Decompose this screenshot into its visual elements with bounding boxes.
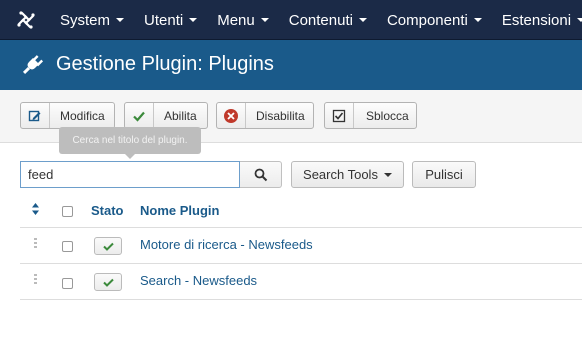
menu-componenti[interactable]: Componenti <box>387 12 482 29</box>
drag-handle-icon[interactable] <box>34 274 37 286</box>
search-tooltip: Cerca nel titolo del plugin. <box>59 127 201 154</box>
chevron-down-icon <box>473 18 482 22</box>
enable-button[interactable]: Abilita <box>124 102 208 129</box>
check-icon <box>125 103 154 128</box>
menu-utenti-label: Utenti <box>144 11 184 29</box>
plugin-name-link[interactable]: Search - Newsfeeds <box>140 273 257 288</box>
menu-utenti[interactable]: Utenti <box>144 11 198 29</box>
disable-button[interactable]: Disabilita <box>216 102 314 129</box>
row-divider <box>20 227 582 228</box>
enabled-status-button[interactable] <box>94 237 122 255</box>
search-tools-button[interactable]: Search Tools <box>291 161 404 188</box>
row-divider <box>20 299 582 300</box>
name-column-header[interactable]: Nome Plugin <box>140 203 219 218</box>
page-title: Gestione Plugin: Plugins <box>56 53 274 75</box>
check-icon <box>102 242 114 251</box>
chevron-down-icon <box>383 172 392 177</box>
menu-menu[interactable]: Menu <box>217 12 269 29</box>
chevron-down-icon <box>358 18 367 22</box>
chevron-down-icon <box>189 18 198 22</box>
sort-ordering-icon[interactable] <box>31 203 40 215</box>
edit-button-label: Modifica <box>60 108 105 123</box>
search-icon <box>254 168 267 181</box>
edit-icon <box>21 103 50 128</box>
edit-button[interactable]: Modifica <box>20 102 115 129</box>
menu-estensioni[interactable]: Estensioni <box>502 12 582 29</box>
row-checkbox[interactable] <box>62 278 73 289</box>
search-tools-label: Search Tools <box>303 167 378 182</box>
plugin-name-link[interactable]: Motore di ricerca - Newsfeeds <box>140 237 313 252</box>
checkbox-icon <box>325 103 354 128</box>
menu-componenti-label: Componenti <box>386 11 468 29</box>
enable-button-label: Abilita <box>164 108 197 123</box>
drag-handle-icon[interactable] <box>34 238 37 250</box>
enabled-status-button[interactable] <box>94 273 122 291</box>
menu-system-label: System <box>60 11 111 29</box>
menu-menu-label: Menu <box>217 11 255 29</box>
main-menu: System Utenti Menu Contenuti Componenti … <box>60 0 582 40</box>
search-button[interactable] <box>240 161 282 188</box>
select-all-checkbox[interactable] <box>62 206 73 217</box>
unlock-button-label: Sblocca <box>366 108 409 123</box>
chevron-down-icon <box>577 18 582 22</box>
search-input[interactable]: feed <box>20 161 240 188</box>
plug-icon <box>22 55 44 75</box>
top-navbar: System Utenti Menu Contenuti Componenti … <box>0 0 582 40</box>
row-checkbox[interactable] <box>62 241 73 252</box>
menu-contenuti-label: Contenuti <box>288 11 353 29</box>
menu-estensioni-label: Estensioni <box>501 11 572 29</box>
menu-contenuti[interactable]: Contenuti <box>289 12 367 29</box>
row-divider <box>20 263 582 264</box>
chevron-down-icon <box>260 18 269 22</box>
unlock-button[interactable]: Sblocca <box>324 102 417 129</box>
clear-button[interactable]: Pulisci <box>412 161 476 188</box>
joomla-logo-icon[interactable] <box>16 10 36 30</box>
tooltip-arrow <box>124 153 136 159</box>
check-icon <box>102 278 114 287</box>
menu-system[interactable]: System <box>60 11 125 29</box>
disable-icon <box>217 103 246 128</box>
status-column-header[interactable]: Stato <box>91 203 124 218</box>
chevron-down-icon <box>116 18 125 22</box>
page-header: Gestione Plugin: Plugins <box>0 40 582 90</box>
disable-button-label: Disabilita <box>256 108 305 123</box>
